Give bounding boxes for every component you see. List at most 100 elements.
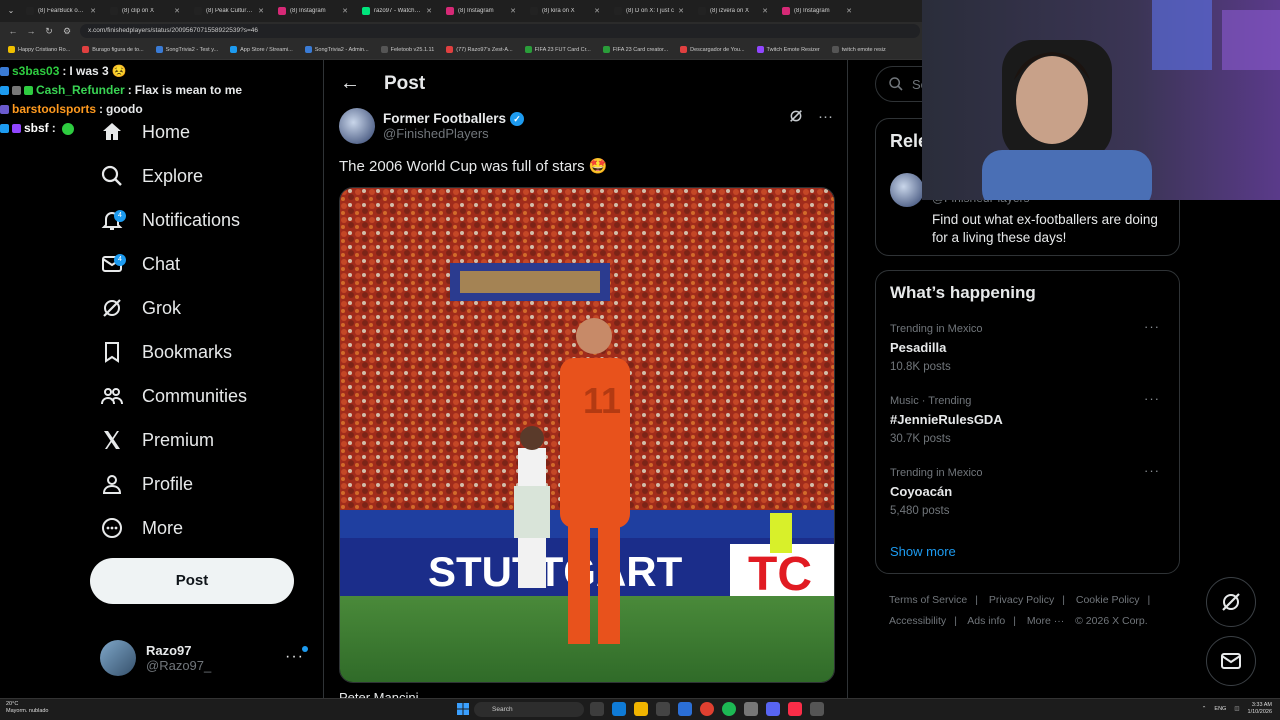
chrome-icon[interactable] bbox=[700, 702, 714, 716]
tab-close-icon[interactable]: ✕ bbox=[846, 7, 852, 15]
weather-widget[interactable]: 20°C Mayorm. nublado bbox=[6, 701, 49, 715]
post-media[interactable]: STUTTGART TC 11 bbox=[339, 187, 835, 683]
footer-privacy[interactable]: Privacy Policy bbox=[989, 594, 1054, 606]
nav-notifications[interactable]: 4 Notifications bbox=[100, 204, 240, 236]
bookmark-item[interactable]: Descargador de You... bbox=[680, 46, 745, 53]
tab-close-icon[interactable]: ✕ bbox=[426, 7, 432, 15]
language-indicator[interactable]: ENG bbox=[1214, 706, 1226, 712]
emoji-icon: 😣 bbox=[111, 64, 127, 78]
nav-chat[interactable]: 4 Chat bbox=[100, 248, 180, 280]
trend-count: 5,480 posts bbox=[890, 505, 950, 517]
grok-explain-icon[interactable] bbox=[788, 108, 804, 124]
nav-communities-label: Communities bbox=[142, 385, 248, 406]
browser-tab[interactable]: (8) Instagram ✕ bbox=[272, 2, 354, 20]
browser-tab[interactable]: (8) Instagram ✕ bbox=[776, 2, 858, 20]
trend-item[interactable]: Music · Trending #JennieRulesGDA 30.7K p… bbox=[890, 391, 1168, 445]
trend-more-icon[interactable]: ··· bbox=[1144, 463, 1160, 478]
url-field[interactable]: x.com/finishedplayers/status/20095670715… bbox=[80, 24, 920, 38]
post-author[interactable]: Former Footballers ✓ @FinishedPlayers bbox=[339, 108, 525, 144]
trend-item[interactable]: Trending in Mexico Pesadilla 10.8K posts… bbox=[890, 319, 1168, 373]
back-nav-icon[interactable]: ← bbox=[8, 26, 18, 36]
mail-app-icon[interactable] bbox=[678, 702, 692, 716]
author-handle[interactable]: @FinishedPlayers bbox=[383, 126, 524, 141]
tab-close-icon[interactable]: ✕ bbox=[258, 7, 264, 15]
bookmark-item[interactable]: SongTrivia2 - Admin... bbox=[304, 46, 369, 53]
tab-close-icon[interactable]: ✕ bbox=[678, 7, 684, 15]
trend-item[interactable]: Trending in Mexico Coyoacán 5,480 posts … bbox=[890, 463, 1168, 517]
tab-favicon-icon bbox=[530, 7, 538, 15]
nav-bookmarks[interactable]: Bookmarks bbox=[100, 336, 232, 368]
trend-more-icon[interactable]: ··· bbox=[1144, 391, 1160, 406]
nav-explore[interactable]: Explore bbox=[100, 160, 203, 192]
show-more-link[interactable]: Show more bbox=[890, 544, 956, 559]
author-name[interactable]: Former Footballers bbox=[383, 111, 506, 126]
windows-start-icon[interactable] bbox=[457, 703, 469, 715]
taskbar-search[interactable]: Search bbox=[474, 702, 584, 717]
tab-close-icon[interactable]: ✕ bbox=[594, 7, 600, 15]
account-switcher[interactable]: Razo97 @Razo97_ ··· bbox=[100, 638, 312, 678]
bookmark-item[interactable]: Feletoob v25.1.11 bbox=[380, 46, 434, 53]
reload-icon[interactable]: ↻ bbox=[44, 26, 54, 37]
browser-tab[interactable]: (8) FearBuck on X ✕ bbox=[20, 2, 102, 20]
tray-chevron-icon[interactable]: ⌃ bbox=[1202, 706, 1207, 712]
tab-close-icon[interactable]: ✕ bbox=[342, 7, 348, 15]
nav-grok[interactable]: Grok bbox=[100, 292, 181, 324]
forward-nav-icon[interactable]: → bbox=[26, 26, 36, 36]
bookmark-item[interactable]: (77) Razo97's Zest-A... bbox=[446, 46, 513, 53]
post-button[interactable]: Post bbox=[90, 558, 294, 604]
trend-more-icon[interactable]: ··· bbox=[1144, 319, 1160, 334]
tab-list-icon[interactable]: ⌄ bbox=[4, 4, 18, 18]
network-icon[interactable]: ◫ bbox=[1234, 706, 1239, 712]
nav-premium[interactable]: Premium bbox=[100, 424, 214, 456]
footer-cookie[interactable]: Cookie Policy bbox=[1076, 594, 1140, 606]
footer-accessibility[interactable]: Accessibility bbox=[889, 615, 946, 627]
task-view-icon[interactable] bbox=[590, 702, 604, 716]
grok-fab-button[interactable] bbox=[1206, 577, 1256, 627]
nav-communities[interactable]: Communities bbox=[100, 380, 247, 412]
browser-tab[interactable]: (8) Instagram ✕ bbox=[440, 2, 522, 20]
bookmark-item[interactable]: FIFA 23 FUT Card Cr... bbox=[524, 46, 591, 53]
bookmark-item[interactable]: Burago figura de to... bbox=[82, 46, 144, 53]
bookmark-item[interactable]: FIFA 23 Card creator... bbox=[602, 46, 668, 53]
browser-tab[interactable]: (8) Peak Culture on X ✕ bbox=[188, 2, 270, 20]
discord-icon[interactable] bbox=[766, 702, 780, 716]
account-more-icon[interactable]: ··· bbox=[285, 648, 304, 666]
bookmark-item[interactable]: SongTrivia2 - Test y... bbox=[155, 46, 218, 53]
messages-fab-button[interactable] bbox=[1206, 636, 1256, 686]
author-avatar[interactable] bbox=[339, 108, 375, 144]
music-icon[interactable] bbox=[788, 702, 802, 716]
browser-tab[interactable]: (8) kira on X ✕ bbox=[524, 2, 606, 20]
bookmark-item[interactable]: Twitch Emote Resizer bbox=[756, 46, 820, 53]
post-more-icon[interactable]: ··· bbox=[818, 108, 833, 125]
tab-close-icon[interactable]: ✕ bbox=[174, 7, 180, 15]
tab-close-icon[interactable]: ✕ bbox=[510, 7, 516, 15]
site-settings-icon[interactable]: ⚙ bbox=[62, 26, 72, 37]
file-explorer-icon[interactable] bbox=[634, 702, 648, 716]
nav-profile[interactable]: Profile bbox=[100, 468, 193, 500]
edge-icon[interactable] bbox=[612, 702, 626, 716]
bookmark-item[interactable]: Happy Cristiano Ro... bbox=[8, 46, 70, 53]
footer-ads[interactable]: Ads info bbox=[967, 615, 1005, 627]
app-icon[interactable] bbox=[810, 702, 824, 716]
bookmark-label: Burago figura de to... bbox=[92, 46, 144, 53]
footer-terms[interactable]: Terms of Service bbox=[889, 594, 967, 606]
chat-message: barstoolsports : goodo bbox=[0, 100, 300, 119]
bookmark-item[interactable]: twitch emote resiz bbox=[831, 46, 886, 53]
tab-close-icon[interactable]: ✕ bbox=[90, 7, 96, 15]
back-arrow-icon[interactable]: ← bbox=[340, 72, 360, 95]
spotify-icon[interactable] bbox=[722, 702, 736, 716]
relevant-avatar[interactable] bbox=[890, 173, 924, 207]
bookmark-item[interactable]: App Store / Streami... bbox=[230, 46, 293, 53]
person-icon bbox=[102, 475, 122, 494]
tab-title: (8) FearBuck on X bbox=[38, 8, 87, 14]
clock[interactable]: 3:33 AM 1/10/2026 bbox=[1248, 702, 1272, 716]
browser-tab[interactable]: (8) clip on X ✕ bbox=[104, 2, 186, 20]
store-icon[interactable] bbox=[656, 702, 670, 716]
browser-tab[interactable]: (8) D on X: I just c ✕ bbox=[608, 2, 690, 20]
obs-icon[interactable] bbox=[744, 702, 758, 716]
footer-more[interactable]: More ··· bbox=[1027, 615, 1064, 627]
browser-tab[interactable]: razo97 - Watch clip ✕ bbox=[356, 2, 438, 20]
browser-tab[interactable]: (8) izvera on X ✕ bbox=[692, 2, 774, 20]
nav-more[interactable]: More bbox=[100, 512, 183, 544]
tab-close-icon[interactable]: ✕ bbox=[762, 7, 768, 15]
